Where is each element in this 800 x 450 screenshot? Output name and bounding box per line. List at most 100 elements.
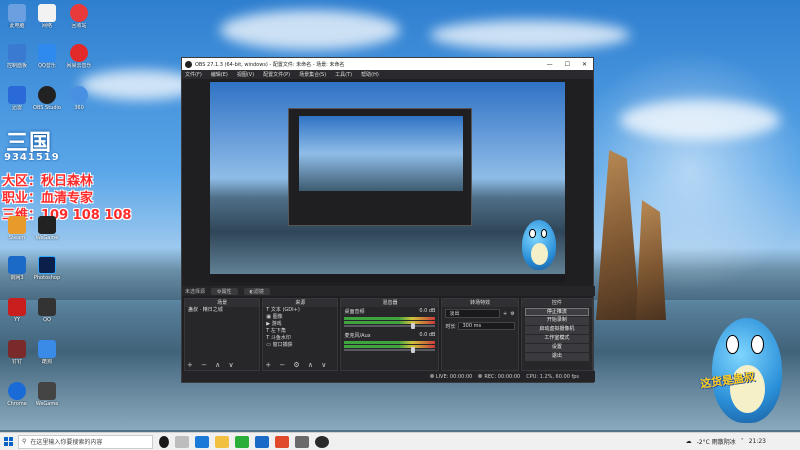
desktop-icon[interactable]: 控制面板 bbox=[2, 44, 32, 69]
cortana-icon[interactable] bbox=[159, 435, 169, 448]
transition-type[interactable]: 淡出 + ⚙ bbox=[442, 307, 517, 320]
desktop-icon[interactable]: 网络 bbox=[32, 4, 62, 29]
mixer-track: 桌面音频 0.0 dB bbox=[344, 308, 436, 315]
weather-text[interactable]: -2°C 雨散阴冰 bbox=[697, 437, 736, 446]
close-icon[interactable]: ✕ bbox=[582, 61, 587, 68]
obs-menubar: 文件(F) 编辑(E) 视图(V) 配置文件(P) 场景集合(S) 工具(T) … bbox=[182, 70, 593, 79]
volume-meter bbox=[344, 317, 436, 320]
app-icon[interactable] bbox=[255, 435, 269, 448]
desktop-icon[interactable]: WeGame bbox=[32, 216, 62, 241]
transition-duration[interactable]: 时长 300 ms bbox=[442, 320, 517, 332]
maximize-icon[interactable]: ☐ bbox=[565, 61, 570, 68]
wallpaper-glow bbox=[560, 40, 800, 300]
volume-meter bbox=[344, 341, 436, 344]
clock[interactable]: 21:23 bbox=[749, 438, 766, 445]
preview-taskbar bbox=[210, 274, 565, 282]
exit-button[interactable]: 退出 bbox=[524, 353, 589, 361]
wallpaper-cloud bbox=[430, 20, 630, 50]
app-icon[interactable] bbox=[275, 435, 289, 448]
source-item[interactable]: ▶ 游戏 bbox=[263, 321, 337, 328]
obs-source-tabs: 未选择源 ⚙属性 ◐滤镜 bbox=[182, 286, 595, 296]
transitions-title: 转场特效 bbox=[442, 299, 518, 307]
plus-icon[interactable]: + bbox=[503, 311, 507, 317]
obs-window[interactable]: OBS 27.1.3 (64-bit, windows) - 配置文件: 未命名… bbox=[181, 57, 595, 383]
controls-title: 控件 bbox=[521, 299, 592, 307]
wallpaper-cloud bbox=[620, 100, 780, 140]
source-item[interactable]: T 文本 (GDI+) bbox=[263, 307, 337, 314]
file-explorer-icon[interactable] bbox=[215, 435, 229, 448]
desktop-icon[interactable]: 此电脑 bbox=[2, 4, 32, 29]
menu-edit[interactable]: 编辑(E) bbox=[211, 71, 228, 78]
volume-slider[interactable] bbox=[344, 347, 436, 353]
source-item[interactable]: T 左下角 bbox=[263, 328, 337, 335]
desktop-icon[interactable]: Chrome bbox=[2, 382, 32, 407]
scene-toolbar[interactable]: + − ∧ ∨ bbox=[187, 361, 237, 369]
task-view-icon[interactable] bbox=[175, 435, 189, 448]
no-source-label: 未选择源 bbox=[185, 288, 206, 295]
desktop-icon[interactable]: OBS Studio bbox=[32, 86, 62, 111]
menu-help[interactable]: 帮助(H) bbox=[361, 71, 379, 78]
obs-taskbar-icon[interactable] bbox=[315, 435, 329, 448]
desktop-icon[interactable]: WeGame bbox=[32, 382, 62, 407]
transitions-dock: 转场特效 淡出 + ⚙ 时长 300 ms bbox=[441, 298, 519, 371]
menu-tools[interactable]: 工具(T) bbox=[335, 71, 352, 78]
preview-nested-obs bbox=[288, 108, 472, 226]
desktop-icon[interactable]: YY bbox=[2, 298, 32, 323]
desktop-icon[interactable]: QQ bbox=[32, 298, 62, 323]
desktop-icon[interactable]: Steam bbox=[2, 216, 32, 241]
desktop-icon[interactable]: Photoshop bbox=[32, 256, 62, 281]
source-item[interactable]: ▣ 图像 bbox=[263, 314, 337, 321]
menu-scene-collection[interactable]: 场景集合(S) bbox=[299, 71, 326, 78]
obs-preview[interactable] bbox=[210, 82, 565, 282]
scenes-dock: 场景 蛊叔 · 精日之城 + − ∧ ∨ bbox=[184, 298, 261, 371]
wechat-icon[interactable] bbox=[235, 435, 249, 448]
desktop-icon[interactable]: 剑网3 bbox=[2, 256, 32, 281]
desktop-icon[interactable]: QQ音乐 bbox=[32, 44, 62, 69]
sources-dock: 来源 T 文本 (GDI+) ▣ 图像 ▶ 游戏 T 左下角 T 斗鱼水印 ▭ … bbox=[262, 298, 339, 371]
desktop-icon[interactable]: 钉钉 bbox=[2, 340, 32, 365]
menu-view[interactable]: 视图(V) bbox=[237, 71, 254, 78]
desktop-icon[interactable]: 酷狗 bbox=[32, 340, 62, 365]
wallpaper-cloud bbox=[220, 10, 400, 50]
source-toolbar[interactable]: + − ⚙ ∧ ∨ bbox=[265, 361, 329, 369]
taskbar: ⚲ 在这里输入你要搜索的内容 ☁ -2°C 雨散阴冰 ˄ 21:23 bbox=[0, 432, 800, 450]
source-item[interactable]: T 斗鱼水印 bbox=[263, 335, 337, 342]
volume-meter bbox=[344, 345, 436, 348]
search-icon: ⚲ bbox=[22, 438, 27, 445]
obs-logo-icon bbox=[185, 60, 192, 68]
app-icon[interactable] bbox=[295, 435, 309, 448]
rec-status: REC: 00:00:00 bbox=[478, 373, 520, 380]
studio-mode-button[interactable]: 工作室模式 bbox=[524, 335, 589, 343]
filters-button[interactable]: ◐滤镜 bbox=[243, 287, 270, 295]
gear-icon[interactable]: ⚙ bbox=[510, 311, 514, 317]
virtual-camera-button[interactable]: 启动虚拟摄像机 bbox=[524, 326, 589, 334]
volume-slider[interactable] bbox=[344, 323, 436, 329]
properties-button[interactable]: ⚙属性 bbox=[211, 287, 238, 295]
obs-window-title: OBS 27.1.3 (64-bit, windows) - 配置文件: 未命名… bbox=[195, 61, 345, 68]
desktop-icon[interactable]: 迅雷 bbox=[2, 86, 32, 111]
start-button[interactable] bbox=[0, 433, 18, 450]
settings-button[interactable]: 设置 bbox=[524, 344, 589, 352]
preview-nested-canvas bbox=[299, 116, 463, 191]
menu-profile[interactable]: 配置文件(P) bbox=[263, 71, 290, 78]
obs-titlebar[interactable]: OBS 27.1.3 (64-bit, windows) - 配置文件: 未命名… bbox=[182, 58, 593, 70]
desktop-icon[interactable]: 网易云音乐 bbox=[64, 44, 94, 69]
mixer-dock: 混音器 桌面音频 0.0 dB 麦克风/Aux 0.0 dB bbox=[340, 298, 440, 371]
search-placeholder: 在这里输入你要搜索的内容 bbox=[30, 439, 103, 446]
cloud-icon: ☁ bbox=[685, 438, 692, 445]
obs-docks: 场景 蛊叔 · 精日之城 + − ∧ ∨ 来源 T 文本 (GDI+) ▣ 图像… bbox=[182, 298, 595, 371]
edge-icon[interactable] bbox=[195, 435, 209, 448]
chevron-up-icon[interactable]: ˄ bbox=[741, 438, 744, 445]
source-item[interactable]: ▭ 窗口捕获 bbox=[263, 342, 337, 349]
menu-file[interactable]: 文件(F) bbox=[185, 71, 202, 78]
desktop-icon[interactable]: 360 bbox=[64, 86, 94, 111]
volume-meter bbox=[344, 321, 436, 324]
scene-item[interactable]: 蛊叔 · 精日之城 bbox=[185, 307, 259, 314]
obs-statusbar: LIVE: 00:00:00 REC: 00:00:00 CPU: 1.2%, … bbox=[182, 371, 595, 382]
stop-streaming-button[interactable]: 停止推流 bbox=[524, 308, 589, 316]
start-recording-button[interactable]: 开始录制 bbox=[524, 317, 589, 325]
desktop-icon[interactable]: 回收站 bbox=[64, 4, 94, 29]
mixer-title: 混音器 bbox=[341, 299, 439, 307]
minimize-icon[interactable]: — bbox=[547, 61, 553, 68]
taskbar-search[interactable]: ⚲ 在这里输入你要搜索的内容 bbox=[18, 434, 153, 449]
